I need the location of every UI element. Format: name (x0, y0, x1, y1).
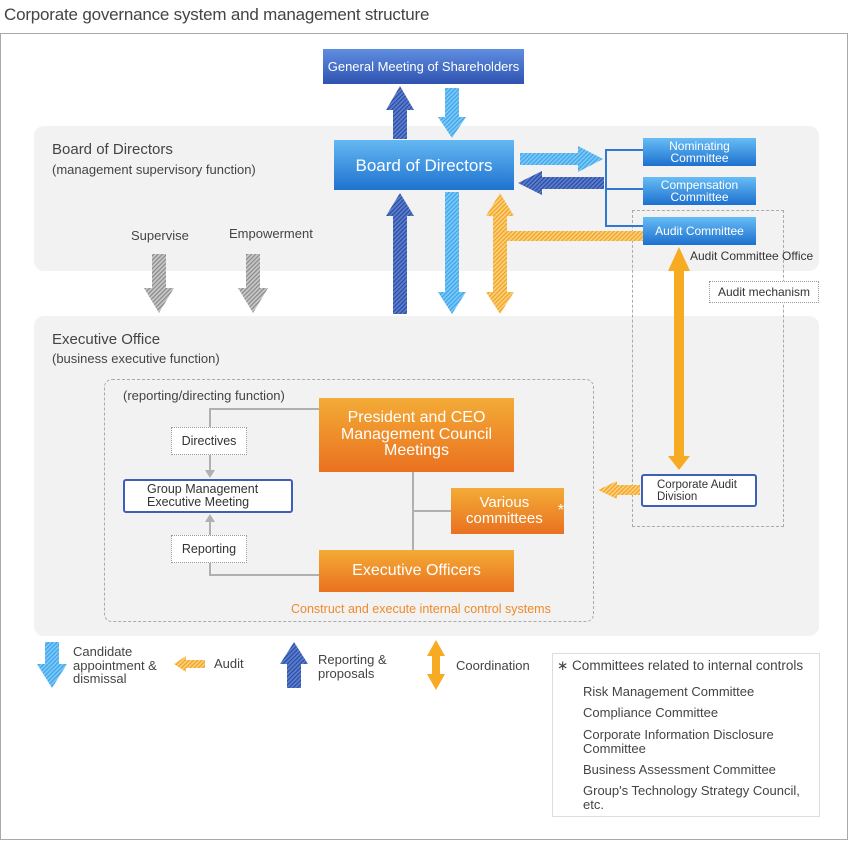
legend-coordination-label: Coordination (456, 658, 530, 673)
asterisk-marker: * (557, 501, 564, 519)
directives-label: Directives (171, 427, 247, 455)
footnote-item: Corporate Information Disclosure Committ… (583, 727, 774, 756)
various-committees-label: Various committees (466, 494, 543, 527)
legend-appointment-label: Candidate appointment & dismissal (73, 644, 157, 687)
nominating-committee-box: Nominating Committee (643, 138, 756, 166)
legend-reporting-label: Reporting & proposals (318, 652, 387, 681)
appointment-arrow-to-committees (520, 146, 603, 172)
reporting-arrow-to-board (386, 193, 414, 314)
reporting-arrowhead (205, 514, 215, 522)
corporate-audit-division-box: Corporate Audit Division (641, 474, 757, 507)
footnote-item: Business Assessment Committee (583, 762, 776, 777)
empowerment-arrow (238, 254, 268, 313)
supervise-arrow (144, 254, 174, 313)
ceo-council-box: President and CEO Management Council Mee… (319, 398, 514, 472)
executive-officers-box: Executive Officers (319, 550, 514, 592)
legend-dark-blue-up-arrow (280, 642, 308, 688)
audit-committee-box: Audit Committee (643, 217, 756, 245)
audit-arrow-to-exec (598, 481, 640, 499)
footnote-title: ∗ Committees related to internal control… (557, 658, 804, 673)
appointment-arrow-from-gms (438, 88, 466, 138)
various-committees-box: Various committees * (451, 488, 564, 534)
audit-bar-to-committee (507, 231, 643, 241)
legend-audit-arrow (174, 656, 205, 672)
legend-light-blue-down-arrow (37, 642, 67, 688)
audit-committee-office-label: Audit Committee Office (690, 249, 814, 263)
compensation-committee-box: Compensation Committee (643, 177, 756, 205)
directives-arrowhead (205, 470, 215, 478)
group-management-meeting-box: Group Management Executive Meeting (123, 479, 293, 513)
footnote-item: Risk Management Committee (583, 684, 755, 699)
legend-orange-double-arrow (427, 640, 445, 690)
reporting-label: Reporting (171, 535, 247, 563)
footnote-item: Compliance Committee (583, 705, 719, 720)
coordination-double-arrow (486, 193, 514, 314)
legend-audit-label: Audit (214, 656, 244, 671)
general-meeting-box: General Meeting of Shareholders (323, 49, 524, 84)
ceo-officers-line (412, 472, 451, 550)
footnote-item: Group's Technology Strategy Council, etc… (583, 783, 800, 812)
reporting-arrow-from-committees (518, 171, 604, 195)
board-of-directors-box: Board of Directors (334, 140, 514, 190)
audit-coordination-arrow (668, 247, 690, 470)
reporting-arrow-to-gms (386, 86, 414, 139)
construct-internal-control-label: Construct and execute internal control s… (291, 602, 551, 616)
audit-mechanism-label: Audit mechanism (709, 281, 819, 303)
appointment-arrow-to-exec (438, 192, 466, 314)
committee-bracket (605, 149, 643, 227)
